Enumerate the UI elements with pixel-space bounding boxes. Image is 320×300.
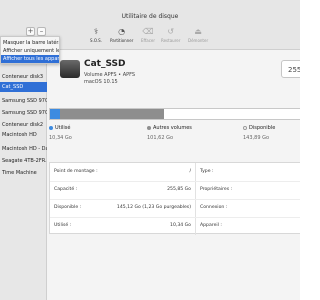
- partition-button[interactable]: ◔ Partitionner: [110, 27, 133, 43]
- info-key: Capacité :: [54, 187, 78, 192]
- legend-free-label: Disponible: [249, 125, 276, 131]
- erase-button[interactable]: ⌫ Effacer: [141, 27, 155, 43]
- capacity-badge: 255: [281, 60, 300, 78]
- usage-bar: [49, 108, 300, 120]
- restore-icon: ↺: [167, 27, 175, 36]
- info-table: Point de montage : / Capacité : 255,85 G…: [49, 162, 300, 235]
- info-value: 10,34 Go: [170, 223, 191, 228]
- remove-volume-button[interactable]: –: [37, 27, 46, 36]
- sidebar-item-cat-ssd[interactable]: Cat_SSD: [0, 82, 47, 92]
- legend-used-label: Utilisé: [55, 125, 71, 131]
- info-key: Appareil :: [200, 223, 222, 228]
- legend-others: Autres volumes 101,62 Go: [147, 125, 192, 141]
- info-value: /: [189, 169, 191, 174]
- first-aid-label: S.O.S.: [90, 38, 102, 43]
- info-row-device: Appareil :: [196, 220, 300, 232]
- volume-os: macOS 10.15: [84, 79, 118, 85]
- sidebar-item-seagate[interactable]: Seagate 4TB-2FR...: [0, 156, 47, 166]
- unmount-label: Démonter: [188, 38, 209, 43]
- eject-icon: ⏏: [194, 27, 202, 36]
- legend-free: Disponible 143,89 Go: [243, 125, 275, 141]
- info-row-mount-point: Point de montage : /: [50, 166, 195, 178]
- volume-type: Volume APFS • APFS: [84, 72, 136, 78]
- stethoscope-icon: ⚕: [93, 27, 99, 36]
- info-row-used: Utilisé : 10,34 Go: [50, 220, 195, 232]
- volume-name: Cat_SSD: [84, 59, 126, 69]
- info-key: Point de montage :: [54, 169, 98, 174]
- info-row-capacity: Capacité : 255,85 Go: [50, 184, 195, 196]
- info-key: Connexion :: [200, 205, 228, 210]
- info-value: 145,12 Go (1,23 Go purgeables): [116, 205, 191, 210]
- info-key: Utilisé :: [54, 223, 72, 228]
- info-row-type: Type :: [196, 166, 300, 178]
- sidebar-item-macintosh-hd-data[interactable]: Macintosh HD - Data: [0, 144, 47, 154]
- erase-label: Effacer: [141, 38, 156, 43]
- erase-icon: ⌫: [142, 27, 154, 36]
- legend-free-value: 143,89 Go: [243, 135, 270, 141]
- legend-used-value: 10,34 Go: [49, 135, 72, 141]
- menu-item-show-volumes-only[interactable]: Afficher uniquement les volumes: [1, 47, 59, 55]
- view-popup-menu: Masquer la barre latérale Afficher uniqu…: [0, 36, 60, 64]
- info-row-owners: Propriétaires :: [196, 184, 300, 196]
- menu-item-hide-sidebar[interactable]: Masquer la barre latérale: [1, 39, 59, 47]
- first-aid-button[interactable]: ⚕ S.O.S.: [90, 27, 102, 43]
- pie-chart-icon: ◔: [118, 27, 126, 36]
- sidebar-item-samsung-ssd[interactable]: Samsung SSD 970 E...: [0, 108, 47, 118]
- row-divider: [50, 217, 300, 218]
- sidebar-item-container-disk3[interactable]: Conteneur disk3: [0, 72, 47, 82]
- main-content: Cat_SSD Volume APFS • APFS macOS 10.15 2…: [47, 50, 300, 300]
- usage-bar-used: [50, 109, 61, 119]
- free-dot-icon: [243, 125, 247, 130]
- info-row-available: Disponible : 145,12 Go (1,23 Go purgeabl…: [50, 202, 195, 214]
- info-key: Disponible :: [54, 205, 82, 210]
- info-row-connection: Connexion :: [196, 202, 300, 214]
- drive-icon: [60, 60, 80, 78]
- restore-button[interactable]: ↺ Restaurer: [161, 27, 180, 43]
- usage-bar-other-volumes: [60, 109, 164, 119]
- sidebar-item-samsung-data[interactable]: Samsung SSD 970 EVO - Don...: [0, 96, 47, 106]
- used-dot-icon: [49, 125, 53, 130]
- sidebar: Conteneur disk3 Cat_SSD Samsung SSD 970 …: [0, 50, 47, 300]
- partition-label: Partitionner: [110, 38, 134, 43]
- menu-item-show-all-devices[interactable]: Afficher tous les appareils: [1, 55, 59, 63]
- restore-label: Restaurer: [161, 38, 181, 43]
- add-volume-button[interactable]: +: [26, 27, 35, 36]
- window-title: Utilitaire de disque: [121, 13, 179, 20]
- row-divider: [50, 181, 300, 182]
- row-divider: [50, 199, 300, 200]
- legend-others-value: 101,62 Go: [147, 135, 174, 141]
- legend-others-label: Autres volumes: [153, 125, 192, 131]
- info-value: 255,85 Go: [167, 187, 191, 192]
- sidebar-item-time-machine[interactable]: Time Machine: [0, 168, 47, 178]
- sidebar-item-macintosh-hd[interactable]: Macintosh HD: [0, 130, 47, 140]
- unmount-button[interactable]: ⏏ Démonter: [188, 27, 208, 43]
- info-key: Propriétaires :: [200, 187, 233, 192]
- sidebar-item-container-disk2[interactable]: Conteneur disk2: [0, 120, 47, 130]
- legend-used: Utilisé 10,34 Go: [49, 125, 72, 141]
- others-dot-icon: [147, 125, 151, 130]
- disk-utility-window: Utilitaire de disque + – ⚕ S.O.S. ◔ Part…: [0, 0, 300, 300]
- info-key: Type :: [200, 169, 214, 174]
